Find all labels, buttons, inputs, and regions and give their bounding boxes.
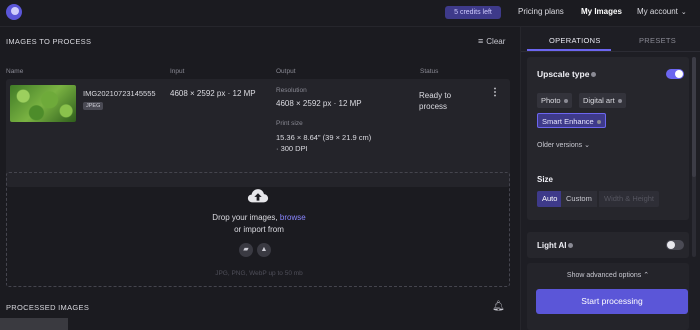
older-versions-label: Older versions [537, 142, 583, 149]
toggle-knob [675, 70, 683, 78]
file-types-hint: JPG, PNG, WebP up to 50 mb [215, 270, 303, 277]
drop-instructions-prefix: Drop your images, [212, 213, 280, 222]
column-header-status: Status [420, 68, 439, 75]
type-option-label: Photo [541, 96, 561, 105]
upscale-type-title: Upscale type [537, 69, 597, 79]
clear-list-icon: ≡ [478, 36, 484, 46]
print-size: 15.36 × 8.64" (39 × 21.9 cm) · 300 DPI [276, 132, 371, 154]
type-option-label: Smart Enhance [542, 117, 594, 126]
print-size-line1: 15.36 × 8.64" (39 × 21.9 cm) [276, 133, 372, 142]
bell-icon[interactable]: 🔔︎ [492, 301, 505, 312]
clear-button[interactable]: ≡ Clear [478, 36, 505, 46]
info-icon[interactable] [596, 120, 601, 125]
table-row[interactable]: IMG20210723145555 JPEG 4608 × 2592 px · … [6, 79, 510, 187]
toggle-knob [667, 241, 675, 249]
chevron-down-icon: ⌄ [680, 9, 687, 16]
import-from-label: or import from [234, 225, 284, 234]
section-title-images-to-process: IMAGES TO PROCESS [6, 37, 92, 46]
folder-icon[interactable]: ▰ [239, 243, 253, 257]
progress-bar [0, 318, 520, 330]
progress-fill [0, 318, 68, 330]
column-header-name: Name [6, 68, 24, 75]
column-header-output: Output [276, 68, 296, 75]
status-text: Ready to process [419, 91, 452, 111]
size-option-custom[interactable]: Custom [561, 191, 597, 207]
browse-link[interactable]: browse [280, 213, 306, 222]
section-title-processed-images: PROCESSED IMAGES [6, 303, 90, 312]
nav-pricing-plans[interactable]: Pricing plans [518, 7, 564, 16]
clear-label: Clear [486, 37, 506, 46]
nav-my-images[interactable]: My Images [581, 7, 622, 16]
cloud-upload-icon [247, 189, 269, 203]
chevron-down-icon: ⌄ [584, 142, 590, 149]
import-sources: ▰ ▲ [239, 243, 275, 257]
print-size-label: Print size [276, 120, 303, 127]
file-name: IMG20210723145555 [83, 89, 156, 98]
light-ai-title: Light AI [537, 241, 574, 250]
credits-badge[interactable]: 5 credits left [445, 6, 501, 19]
type-option-smart-enhance[interactable]: Smart Enhance [537, 113, 606, 128]
chevron-up-icon: ⌃ [643, 272, 650, 279]
operations-panel: OPERATIONS PRESETS Upscale type Photo Di… [520, 27, 700, 330]
size-card: Size Auto Custom Width & Height [527, 170, 689, 220]
upscale-toggle[interactable] [666, 69, 684, 79]
size-option-width-height[interactable]: Width & Height [599, 191, 660, 207]
images-panel: IMAGES TO PROCESS ≡ Clear Name Input Outp… [0, 27, 520, 330]
show-advanced-options[interactable]: Show advanced options ⌃ [527, 271, 689, 279]
light-ai-card: Light AI [527, 232, 689, 258]
light-ai-toggle[interactable] [666, 240, 684, 250]
info-icon[interactable] [617, 99, 622, 104]
app-logo[interactable] [6, 4, 22, 20]
size-title: Size [537, 175, 554, 184]
upscale-type-card: Upscale type Photo Digital art Smart Enh… [527, 57, 689, 184]
advanced-options-label: Show advanced options [566, 272, 642, 279]
column-header-input: Input [170, 68, 185, 75]
panel-scrollbar[interactable] [692, 57, 696, 257]
nav-my-account-label: My account [637, 7, 678, 16]
print-size-line2: · 300 DPI [276, 144, 308, 153]
older-versions-toggle[interactable]: Older versions ⌄ [537, 141, 590, 149]
input-size: 4608 × 2592 px · 12 MP [170, 89, 256, 98]
start-processing-button[interactable]: Start processing [536, 289, 688, 314]
more-options-icon[interactable]: ⋮ [490, 87, 500, 98]
info-icon[interactable] [563, 99, 568, 104]
type-option-label: Digital art [583, 96, 615, 105]
drop-instructions: Drop your images, browse [7, 213, 511, 222]
google-drive-icon[interactable]: ▲ [257, 243, 271, 257]
light-ai-label: Light AI [537, 241, 567, 250]
top-bar: 5 credits left Pricing plans My Images M… [0, 0, 700, 27]
output-resolution-label: Resolution [276, 87, 307, 94]
type-option-photo[interactable]: Photo [537, 93, 572, 108]
tab-presets[interactable]: PRESETS [639, 36, 676, 45]
tab-divider [521, 51, 700, 52]
tab-operations[interactable]: OPERATIONS [549, 36, 601, 45]
info-icon[interactable] [568, 243, 574, 249]
nav-my-account[interactable]: My account ⌄ [637, 7, 687, 16]
size-option-auto[interactable]: Auto [537, 191, 563, 207]
format-badge: JPEG [83, 102, 104, 110]
info-icon[interactable] [591, 72, 597, 78]
upscale-type-label: Upscale type [537, 69, 590, 79]
drop-zone[interactable]: Drop your images, browse or import from … [6, 172, 510, 287]
processing-footer: Show advanced options ⌃ Start processing [527, 263, 689, 330]
type-option-digital-art[interactable]: Digital art [579, 93, 626, 108]
output-resolution: 4608 × 2592 px · 12 MP [276, 99, 362, 108]
image-thumbnail[interactable] [10, 85, 76, 122]
